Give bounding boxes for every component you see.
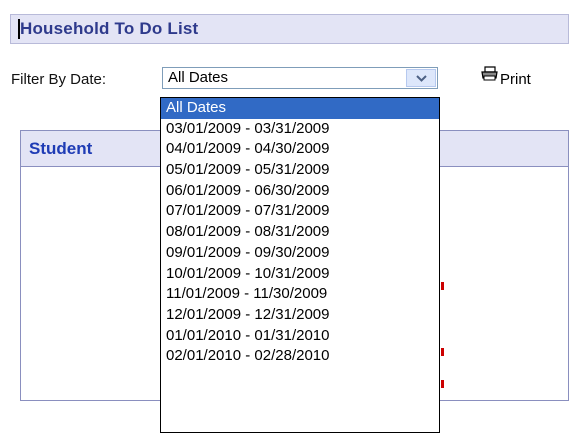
chevron-down-icon <box>416 75 427 82</box>
dropdown-arrow-button[interactable] <box>406 69 436 87</box>
dropdown-option[interactable]: 09/01/2009 - 09/30/2009 <box>161 243 439 264</box>
partial-marker <box>441 380 444 388</box>
dropdown-option[interactable]: 05/01/2009 - 05/31/2009 <box>161 160 439 181</box>
dropdown-option[interactable]: 02/01/2010 - 02/28/2010 <box>161 346 439 367</box>
date-filter-select[interactable]: All Dates <box>162 67 438 89</box>
dropdown-option[interactable]: 12/01/2009 - 12/31/2009 <box>161 305 439 326</box>
dropdown-option[interactable]: 07/01/2009 - 07/31/2009 <box>161 201 439 222</box>
dropdown-option[interactable]: 08/01/2009 - 08/31/2009 <box>161 222 439 243</box>
text-cursor <box>18 19 20 39</box>
partial-marker <box>441 348 444 356</box>
dropdown-option[interactable]: 10/01/2009 - 10/31/2009 <box>161 264 439 285</box>
dropdown-option[interactable]: 01/01/2010 - 01/31/2010 <box>161 326 439 347</box>
partial-marker <box>441 282 444 290</box>
page-title: Household To Do List <box>20 19 199 38</box>
dropdown-option[interactable]: All Dates <box>161 98 439 119</box>
date-filter-selected-value: All Dates <box>168 69 229 86</box>
dropdown-option[interactable]: 06/01/2009 - 06/30/2009 <box>161 181 439 202</box>
print-label: Print <box>500 71 531 88</box>
date-filter-dropdown-list: All Dates 03/01/2009 - 03/31/2009 04/01/… <box>160 97 440 433</box>
dropdown-option[interactable]: 04/01/2009 - 04/30/2009 <box>161 139 439 160</box>
dropdown-option[interactable]: 03/01/2009 - 03/31/2009 <box>161 119 439 140</box>
page-title-bar: Household To Do List <box>10 14 569 44</box>
filter-by-date-label: Filter By Date: <box>11 71 107 88</box>
dropdown-option[interactable]: 11/01/2009 - 11/30/2009 <box>161 284 439 305</box>
printer-icon <box>481 66 498 81</box>
student-header-title: Student <box>29 139 93 158</box>
